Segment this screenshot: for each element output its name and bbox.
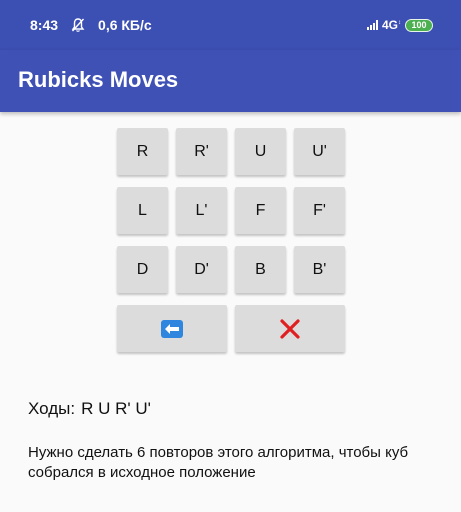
repeat-hint: Нужно сделать 6 повторов этого алгоритма… <box>28 444 409 481</box>
app-bar: Rubicks Moves <box>0 50 461 112</box>
moves-line: Ходы: R U R' U' <box>28 399 151 419</box>
move-button-f-prime[interactable]: F' <box>294 187 345 234</box>
status-right: 4G↕ 100 <box>366 16 433 34</box>
status-left: 8:43 0,6 КБ/с <box>30 15 152 35</box>
network-type: 4G↕ <box>381 18 401 32</box>
move-button-f[interactable]: F <box>235 187 286 234</box>
move-button-u-prime[interactable]: U' <box>294 128 345 175</box>
network-activity-icon: ↕ <box>398 20 401 26</box>
left-arrow-icon <box>161 319 183 338</box>
clear-button[interactable] <box>235 305 345 352</box>
move-button-l[interactable]: L <box>117 187 168 234</box>
move-button-d[interactable]: D <box>117 246 168 293</box>
red-x-icon <box>280 318 300 339</box>
moves-label: Ходы: <box>28 399 76 418</box>
app-title: Rubicks Moves <box>18 67 179 92</box>
move-button-r-prime[interactable]: R' <box>176 128 227 175</box>
battery-badge: 100 <box>405 18 433 32</box>
signal-icon <box>366 20 378 30</box>
move-button-u[interactable]: U <box>235 128 286 175</box>
moves-value: R U R' U' <box>81 399 151 418</box>
move-button-b-prime[interactable]: B' <box>294 246 345 293</box>
bell-off-icon <box>71 18 85 32</box>
status-time: 8:43 <box>30 17 59 33</box>
status-bar: 8:43 0,6 КБ/с 4G↕ 100 <box>0 0 461 50</box>
move-button-r[interactable]: R <box>117 128 168 175</box>
move-button-d-prime[interactable]: D' <box>176 246 227 293</box>
backspace-button[interactable] <box>117 305 227 352</box>
move-button-b[interactable]: B <box>235 246 286 293</box>
move-button-l-prime[interactable]: L' <box>176 187 227 234</box>
status-net-speed: 0,6 КБ/с <box>98 17 152 33</box>
